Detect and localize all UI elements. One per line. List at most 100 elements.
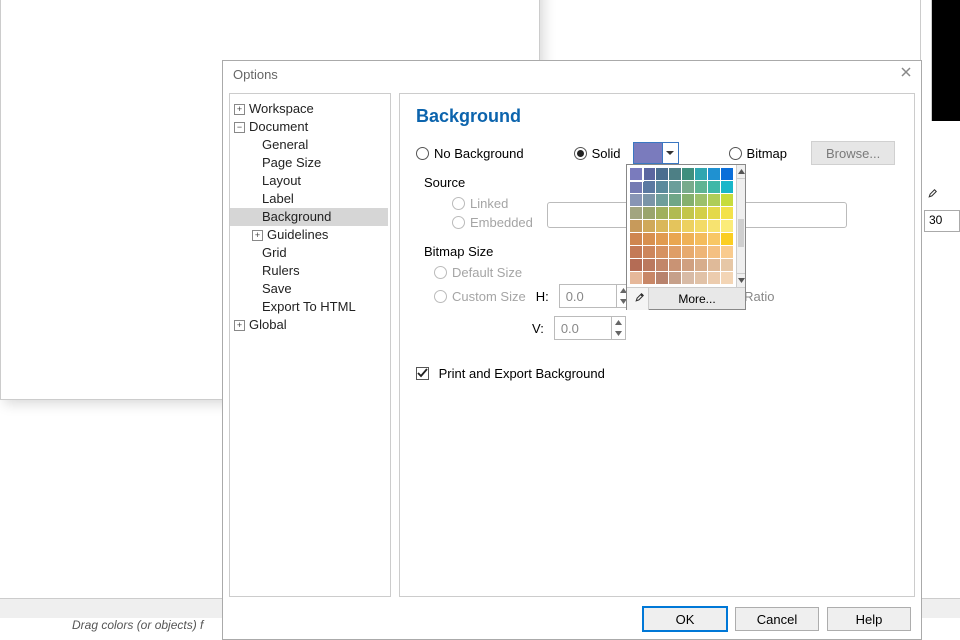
color-swatch-cell[interactable] bbox=[721, 181, 733, 193]
color-swatch-cell[interactable] bbox=[695, 194, 707, 206]
radio-solid[interactable]: Solid bbox=[574, 146, 621, 161]
tree-item-export-html[interactable]: Export To HTML bbox=[230, 298, 388, 316]
eyedropper-icon[interactable] bbox=[627, 288, 649, 310]
spin-up-icon[interactable] bbox=[612, 317, 625, 328]
color-swatch-cell[interactable] bbox=[669, 272, 681, 284]
color-swatch-cell[interactable] bbox=[669, 259, 681, 271]
color-swatch-cell[interactable] bbox=[656, 246, 668, 258]
color-swatch-cell[interactable] bbox=[643, 168, 655, 180]
color-swatch-cell[interactable] bbox=[682, 181, 694, 193]
options-tree[interactable]: +Workspace −Document General Page Size L… bbox=[229, 93, 391, 597]
help-button[interactable]: Help bbox=[827, 607, 911, 631]
tree-item-save[interactable]: Save bbox=[230, 280, 388, 298]
expand-icon[interactable]: + bbox=[234, 320, 245, 331]
tree-item-document[interactable]: −Document bbox=[230, 118, 388, 136]
checkbox-print-export-bg[interactable]: Print and Export Background bbox=[416, 366, 605, 381]
expand-icon[interactable]: + bbox=[234, 104, 245, 115]
radio-bitmap[interactable]: Bitmap bbox=[729, 146, 787, 161]
tree-item-global[interactable]: +Global bbox=[230, 316, 388, 334]
color-swatch-cell[interactable] bbox=[721, 207, 733, 219]
color-swatch-cell[interactable] bbox=[643, 220, 655, 232]
color-swatch-cell[interactable] bbox=[669, 194, 681, 206]
more-colors-button[interactable]: More... bbox=[649, 292, 745, 306]
color-swatch-cell[interactable] bbox=[630, 207, 642, 219]
color-swatch-cell[interactable] bbox=[708, 220, 720, 232]
color-swatch-cell[interactable] bbox=[708, 207, 720, 219]
scroll-down-icon[interactable] bbox=[737, 273, 745, 287]
tree-item-background[interactable]: Background bbox=[230, 208, 388, 226]
tree-item-grid[interactable]: Grid bbox=[230, 244, 388, 262]
scroll-up-icon[interactable] bbox=[737, 165, 745, 179]
scrollbar-thumb[interactable] bbox=[738, 219, 744, 247]
color-swatch-cell[interactable] bbox=[682, 246, 694, 258]
color-swatch-cell[interactable] bbox=[708, 246, 720, 258]
color-swatch-cell[interactable] bbox=[630, 220, 642, 232]
color-swatch-cell[interactable] bbox=[721, 194, 733, 206]
property-numeric-field[interactable]: 30 bbox=[924, 210, 960, 232]
h-spinner[interactable] bbox=[559, 284, 631, 308]
color-swatch-cell[interactable] bbox=[630, 272, 642, 284]
color-swatch-cell[interactable] bbox=[630, 194, 642, 206]
tree-item-layout[interactable]: Layout bbox=[230, 172, 388, 190]
color-swatch-cell[interactable] bbox=[656, 207, 668, 219]
color-swatch-cell[interactable] bbox=[669, 181, 681, 193]
color-swatch-cell[interactable] bbox=[643, 272, 655, 284]
color-swatch-cell[interactable] bbox=[682, 220, 694, 232]
color-swatch-cell[interactable] bbox=[695, 207, 707, 219]
color-swatch-cell[interactable] bbox=[708, 233, 720, 245]
color-picker-popup[interactable]: More... bbox=[626, 164, 746, 310]
color-swatch-cell[interactable] bbox=[682, 272, 694, 284]
solid-color-swatch[interactable] bbox=[633, 142, 663, 164]
color-swatch-cell[interactable] bbox=[643, 207, 655, 219]
color-swatch-cell[interactable] bbox=[708, 272, 720, 284]
tree-item-label[interactable]: Label bbox=[230, 190, 388, 208]
tree-item-rulers[interactable]: Rulers bbox=[230, 262, 388, 280]
ok-button[interactable]: OK bbox=[643, 607, 727, 631]
color-swatch-cell[interactable] bbox=[630, 233, 642, 245]
expand-icon[interactable]: + bbox=[252, 230, 263, 241]
tree-item-workspace[interactable]: +Workspace bbox=[230, 100, 388, 118]
color-picker-grid[interactable] bbox=[627, 165, 736, 287]
color-swatch-cell[interactable] bbox=[682, 207, 694, 219]
color-swatch-cell[interactable] bbox=[630, 168, 642, 180]
color-swatch-cell[interactable] bbox=[721, 272, 733, 284]
color-swatch-cell[interactable] bbox=[721, 233, 733, 245]
cancel-button[interactable]: Cancel bbox=[735, 607, 819, 631]
v-spinner[interactable] bbox=[554, 316, 626, 340]
color-swatch-cell[interactable] bbox=[695, 259, 707, 271]
browse-button[interactable]: Browse... bbox=[811, 141, 895, 165]
eyedropper-tool-icon[interactable] bbox=[924, 188, 938, 202]
color-swatch-cell[interactable] bbox=[695, 220, 707, 232]
selection-handle[interactable] bbox=[157, 45, 163, 51]
v-input[interactable] bbox=[555, 317, 611, 339]
color-swatch-cell[interactable] bbox=[656, 220, 668, 232]
color-swatch-cell[interactable] bbox=[721, 246, 733, 258]
selection-handle[interactable] bbox=[100, 197, 106, 203]
color-swatch-cell[interactable] bbox=[682, 259, 694, 271]
close-icon[interactable] bbox=[897, 65, 915, 83]
tree-item-guidelines[interactable]: +Guidelines bbox=[230, 226, 388, 244]
h-input[interactable] bbox=[560, 285, 616, 307]
color-swatch-cell[interactable] bbox=[669, 220, 681, 232]
color-swatch-cell[interactable] bbox=[643, 194, 655, 206]
color-swatch-cell[interactable] bbox=[656, 259, 668, 271]
spin-down-icon[interactable] bbox=[612, 328, 625, 339]
tree-item-page-size[interactable]: Page Size bbox=[230, 154, 388, 172]
color-swatch-cell[interactable] bbox=[643, 181, 655, 193]
color-swatch-cell[interactable] bbox=[695, 233, 707, 245]
radio-no-background[interactable]: No Background bbox=[416, 146, 524, 161]
color-swatch-cell[interactable] bbox=[695, 181, 707, 193]
color-swatch-cell[interactable] bbox=[656, 181, 668, 193]
color-swatch-cell[interactable] bbox=[656, 233, 668, 245]
color-swatch-cell[interactable] bbox=[656, 168, 668, 180]
solid-color-dropdown[interactable] bbox=[663, 142, 679, 164]
color-swatch-cell[interactable] bbox=[721, 259, 733, 271]
color-swatch-cell[interactable] bbox=[695, 272, 707, 284]
color-swatch-cell[interactable] bbox=[669, 246, 681, 258]
color-swatch-cell[interactable] bbox=[656, 272, 668, 284]
collapse-icon[interactable]: − bbox=[234, 122, 245, 133]
color-swatch-cell[interactable] bbox=[695, 168, 707, 180]
color-swatch-cell[interactable] bbox=[669, 207, 681, 219]
color-swatch-cell[interactable] bbox=[682, 194, 694, 206]
color-swatch-cell[interactable] bbox=[682, 168, 694, 180]
